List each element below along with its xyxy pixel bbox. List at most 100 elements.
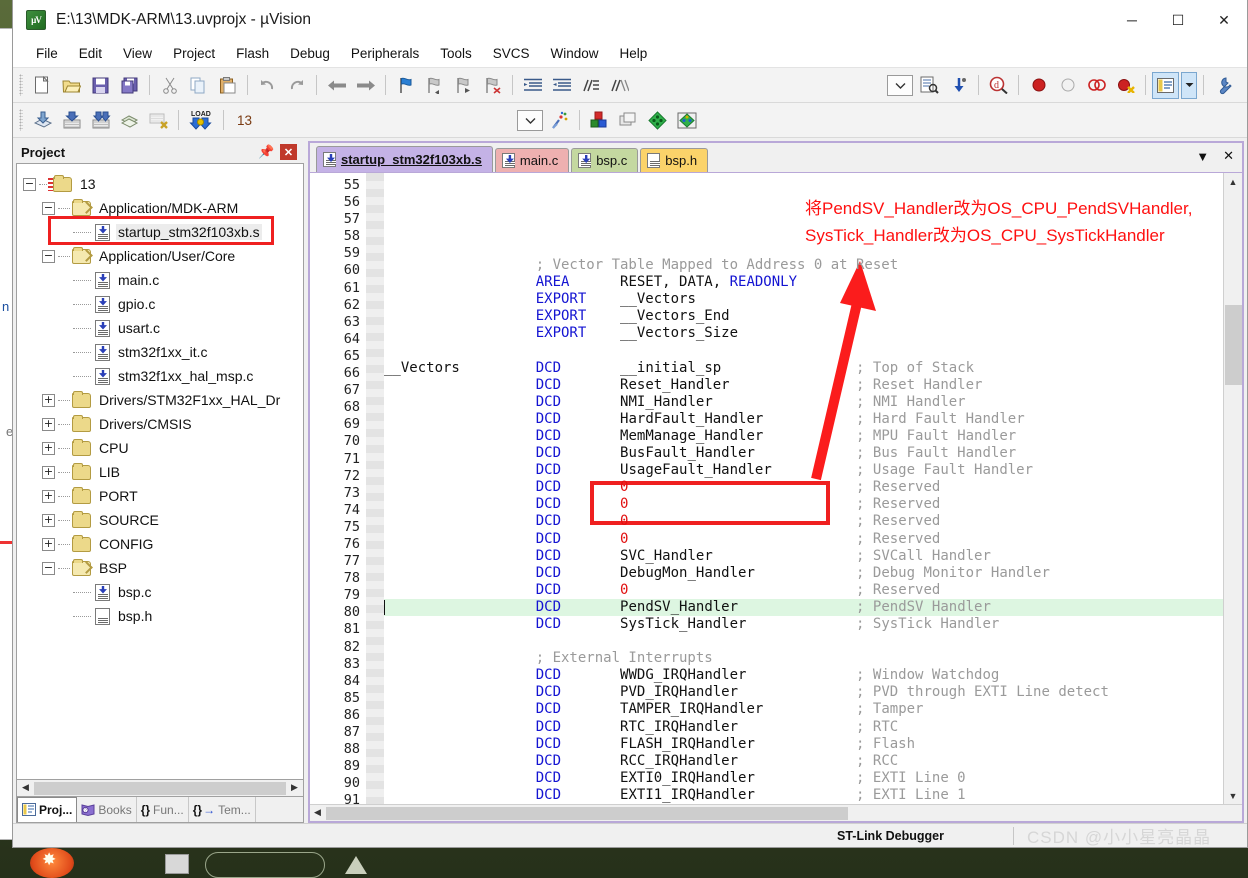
code-line-78[interactable]: ; External Interrupts [384,650,1223,667]
configure-target-icon[interactable] [1210,72,1237,99]
batch-build-icon[interactable] [116,107,143,134]
tab-project[interactable]: Proj... [17,797,78,822]
new-file-icon[interactable] [29,72,56,99]
editor-tab-bsp-c[interactable]: bsp.c [571,148,639,172]
vscroll-thumb[interactable] [1224,305,1242,385]
navigate-forward-icon[interactable] [352,72,379,99]
close-icon[interactable]: ✕ [280,144,297,160]
rebuild-icon[interactable] [58,107,85,134]
scroll-down-icon[interactable]: ▼ [1225,787,1242,804]
editor-tab-main-c[interactable]: main.c [494,148,570,172]
expand-toggle-icon[interactable]: + [42,417,55,431]
copy-icon[interactable] [185,72,212,99]
code-line-72[interactable]: DCD SVC_Handler ; SVCall Handler [384,548,1223,565]
tree-item-main-c[interactable]: main.c [23,268,303,292]
tree-item-startup-stm32f103xb-s[interactable]: startup_stm32f103xb.s [23,220,303,244]
tree-item-usart-c[interactable]: usart.c [23,316,303,340]
bookmark-toggle-icon[interactable] [392,72,419,99]
toolbar-grip[interactable] [19,74,23,96]
manage-components-icon[interactable] [586,107,613,134]
stop-build-icon[interactable] [145,107,172,134]
tree-item-port[interactable]: + PORT [23,484,303,508]
vscroll-track[interactable] [1224,190,1242,787]
breakpoint-insert-icon[interactable] [1025,72,1052,99]
chevron-down-icon[interactable]: ▼ [1196,149,1209,164]
close-button[interactable]: ✕ [1201,0,1247,40]
code-line-59[interactable]: EXPORT __Vectors_Size [384,325,1223,342]
tab-templates[interactable]: {} → Tem... [189,797,256,822]
scroll-right-icon[interactable]: ▶ [287,781,302,795]
tree-item-drivers-stm32f1xx-hal-dr[interactable]: + Drivers/STM32F1xx_HAL_Dr [23,388,303,412]
indent-icon[interactable] [519,72,546,99]
bookmark-clear-icon[interactable] [479,72,506,99]
project-tree-hscrollbar[interactable]: ◀ ▶ [16,780,304,797]
code-line-68[interactable]: DCD 0 ; Reserved [384,479,1223,496]
code-line-85[interactable]: DCD EXTI0_IRQHandler ; EXTI Line 0 [384,770,1223,787]
project-window-dropdown-icon[interactable] [1181,71,1197,99]
taskbar-triangle-icon[interactable] [345,856,367,874]
code-line-86[interactable]: DCD EXTI1_IRQHandler ; EXTI Line 1 [384,787,1223,804]
code-line-70[interactable]: DCD 0 ; Reserved [384,513,1223,530]
code-line-83[interactable]: DCD FLASH_IRQHandler ; Flash [384,736,1223,753]
expand-toggle-icon[interactable]: + [42,465,55,479]
menu-edit[interactable]: Edit [70,43,111,64]
code-line-62[interactable]: DCD Reset_Handler ; Reset Handler [384,377,1223,394]
close-icon[interactable]: ✕ [1223,148,1234,164]
paste-icon[interactable] [214,72,241,99]
hscroll-thumb[interactable] [326,806,848,820]
minimize-button[interactable]: ─ [1109,0,1155,40]
expand-toggle-icon[interactable]: + [42,393,55,407]
code-line-66[interactable]: DCD BusFault_Handler ; Bus Fault Handler [384,445,1223,462]
target-options-icon[interactable] [546,107,573,134]
save-all-icon[interactable] [116,72,143,99]
find-in-files-icon[interactable] [916,72,943,99]
expand-toggle-icon[interactable]: + [42,441,55,455]
scroll-left-icon[interactable]: ◀ [310,806,325,820]
expand-toggle-icon[interactable]: + [42,537,55,551]
bookmark-prev-icon[interactable] [421,72,448,99]
project-window-icon[interactable] [1152,71,1179,99]
tree-item-bsp-h[interactable]: bsp.h [23,604,303,628]
breakpoint-disable-icon[interactable] [1054,72,1081,99]
expand-toggle-icon[interactable]: + [42,513,55,527]
save-icon[interactable] [87,72,114,99]
cut-icon[interactable] [156,72,183,99]
code-line-55[interactable]: ; Vector Table Mapped to Address 0 at Re… [384,257,1223,274]
code-line-64[interactable]: DCD HardFault_Handler ; Hard Fault Handl… [384,411,1223,428]
breakpoint-kill-all-icon[interactable] [1112,72,1139,99]
collapse-toggle-icon[interactable]: − [42,561,55,575]
tree-item-bsp-c[interactable]: bsp.c [23,580,303,604]
pin-icon[interactable]: 📌 [258,144,274,160]
editor-tab-bsp-h[interactable]: bsp.h [640,148,709,172]
expand-toggle-icon[interactable]: + [42,489,55,503]
code-line-77[interactable] [384,633,1223,650]
toolbar-grip[interactable] [19,109,23,131]
outdent-icon[interactable] [548,72,575,99]
taskbar-search-pill[interactable] [205,852,325,878]
tree-item-cpu[interactable]: + CPU [23,436,303,460]
code-line-84[interactable]: DCD RCC_IRQHandler ; RCC [384,753,1223,770]
code-line-60[interactable] [384,342,1223,359]
collapse-toggle-icon[interactable]: − [42,249,55,263]
code-line-56[interactable]: AREA RESET, DATA, READONLY [384,274,1223,291]
code-line-82[interactable]: DCD RTC_IRQHandler ; RTC [384,719,1223,736]
menu-help[interactable]: Help [611,43,657,64]
project-tree-container[interactable]: − 13 − Application/MDK-ARM startup_stm32f103… [16,163,304,780]
scroll-thumb[interactable] [34,781,286,795]
menu-window[interactable]: Window [541,43,607,64]
tree-item-application-mdk-arm[interactable]: − Application/MDK-ARM [23,196,303,220]
tab-books[interactable]: ? Books [77,797,137,822]
menu-project[interactable]: Project [164,43,224,64]
tree-item-bsp[interactable]: − BSP [23,556,303,580]
menu-debug[interactable]: Debug [281,43,339,64]
manage-run-env-icon[interactable] [644,107,671,134]
download-icon[interactable]: LOAD [185,107,217,134]
editor-hscrollbar[interactable]: ◀ [310,804,1242,821]
breakpoint-disable-all-icon[interactable] [1083,72,1110,99]
code-line-69[interactable]: DCD 0 ; Reserved [384,496,1223,513]
build-icon[interactable] [29,107,56,134]
code-line-65[interactable]: DCD MemManage_Handler ; MPU Fault Handle… [384,428,1223,445]
multi-project-icon[interactable] [673,107,700,134]
code-line-74[interactable]: DCD 0 ; Reserved [384,582,1223,599]
code-line-58[interactable]: EXPORT __Vectors_End [384,308,1223,325]
